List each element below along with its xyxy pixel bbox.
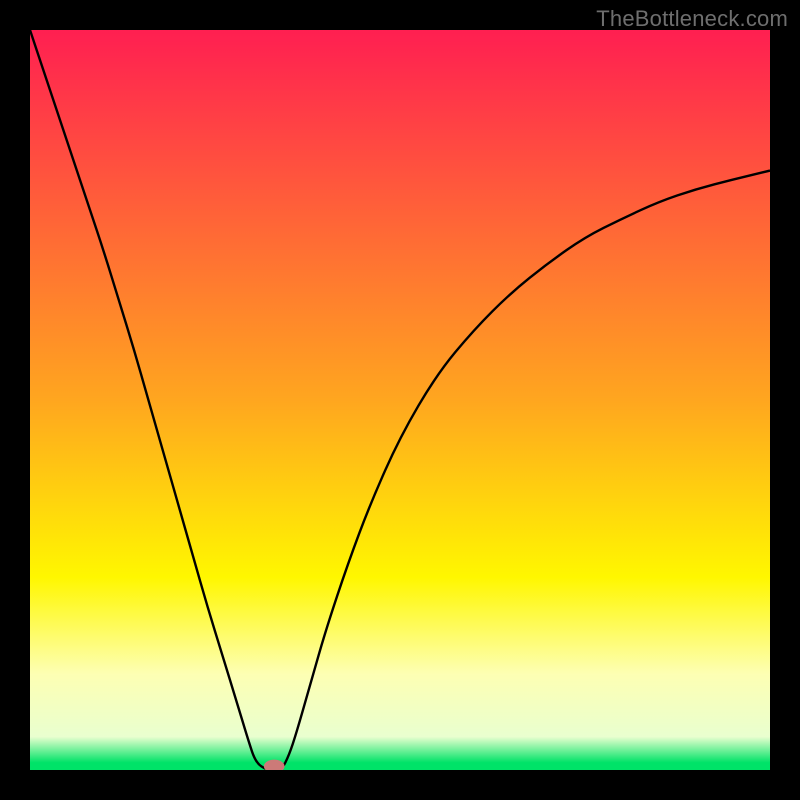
- plot-area: [30, 30, 770, 770]
- gradient-background: [30, 30, 770, 770]
- chart-frame: TheBottleneck.com: [0, 0, 800, 800]
- chart-svg: [30, 30, 770, 770]
- watermark-text: TheBottleneck.com: [596, 6, 788, 32]
